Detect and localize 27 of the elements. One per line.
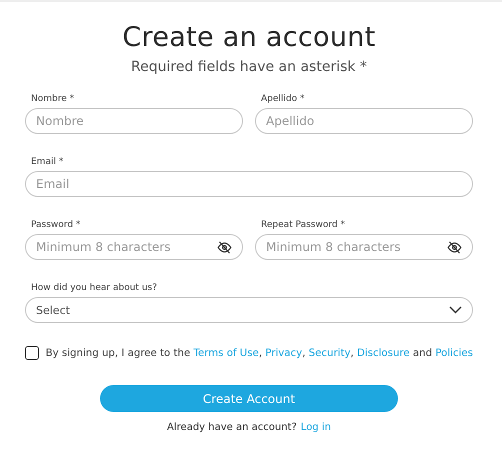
- policy-link[interactable]: Security: [308, 348, 351, 358]
- login-prompt: Already have an account?: [167, 422, 297, 433]
- field-label: Nombre *: [31, 94, 76, 104]
- login-link[interactable]: Log in: [300, 422, 331, 433]
- eye-hidden-icon[interactable]: [217, 241, 232, 254]
- page-title: Create an account: [121, 22, 377, 53]
- field-label: Password *: [31, 220, 82, 230]
- policy-link[interactable]: Disclosure: [357, 348, 410, 358]
- subtitle: Required fields have an asterisk *: [130, 59, 368, 75]
- field-label: Email *: [31, 157, 64, 167]
- policy-link[interactable]: Privacy: [265, 348, 302, 358]
- input-field[interactable]: Email: [25, 171, 473, 197]
- input-field[interactable]: Nombre: [25, 108, 243, 134]
- select-dropdown[interactable]: Select: [25, 297, 473, 323]
- chevron-down-icon: [449, 306, 462, 314]
- input-field[interactable]: Apellido: [255, 108, 473, 134]
- agreement-text: By signing up, I agree to the Terms of Use, Privacy, Security, Disclosure and Policies: [46, 348, 473, 358]
- password-field[interactable]: Minimum 8 characters: [25, 234, 243, 260]
- field-label: Repeat Password *: [261, 220, 346, 230]
- create-account-button[interactable]: Create Account: [100, 385, 398, 412]
- checkbox[interactable]: [25, 346, 39, 360]
- policy-link[interactable]: Policies: [435, 348, 473, 358]
- password-field[interactable]: Minimum 8 characters: [255, 234, 473, 260]
- eye-hidden-icon[interactable]: [447, 241, 462, 254]
- policy-link[interactable]: Terms of Use: [193, 348, 259, 358]
- field-label: Apellido *: [261, 94, 306, 104]
- field-label: How did you hear about us?: [31, 283, 158, 293]
